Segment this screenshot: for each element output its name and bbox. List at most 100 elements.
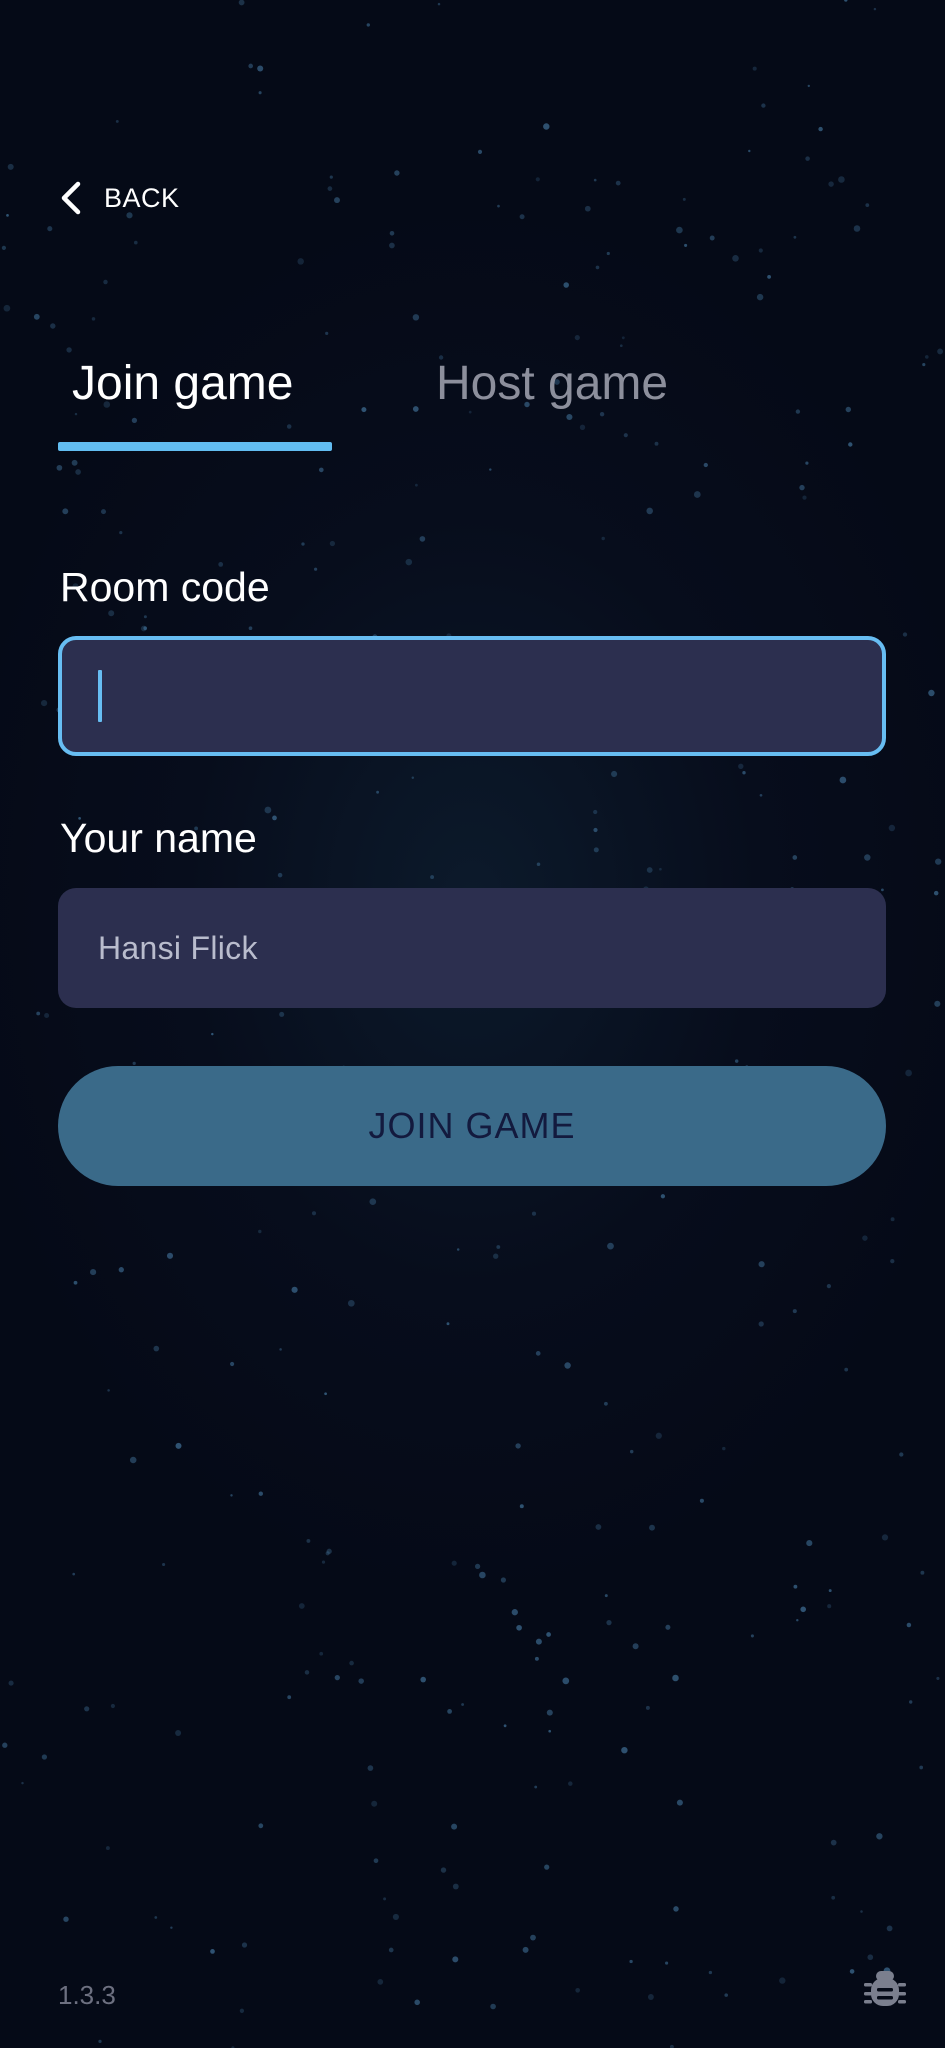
star-dot: [334, 197, 340, 204]
star-dot: [456, 1248, 460, 1251]
tab-host-game[interactable]: Host game: [436, 356, 668, 411]
tab-join-game[interactable]: Join game: [72, 356, 293, 411]
star-dot: [860, 1910, 863, 1913]
star-dot: [919, 1765, 924, 1770]
star-dot: [865, 203, 870, 207]
back-button[interactable]: BACK: [56, 172, 180, 224]
star-dot: [84, 1706, 90, 1712]
star-dot: [792, 855, 798, 860]
star-dot: [133, 240, 138, 245]
star-dot: [806, 1540, 813, 1547]
star-dot: [258, 1491, 263, 1496]
star-dot: [238, 0, 245, 6]
star-dot: [748, 149, 751, 153]
star-dot: [63, 1916, 69, 1922]
star-dot: [867, 1954, 874, 1961]
star-dot: [62, 508, 69, 515]
star-dot: [575, 1987, 581, 1993]
star-dot: [461, 1703, 465, 1706]
star-dot: [933, 890, 939, 896]
star-dot: [347, 1299, 355, 1307]
star-dot: [519, 214, 525, 220]
star-dot: [326, 1548, 332, 1554]
star-dot: [826, 1284, 832, 1289]
star-dot: [291, 1286, 298, 1293]
star-dot: [682, 197, 686, 201]
star-dot: [383, 1897, 387, 1901]
star-dot: [279, 1011, 285, 1017]
star-dot: [647, 1994, 654, 2000]
star-dot: [607, 1242, 614, 1250]
star-dot: [90, 1269, 97, 1276]
star-dot: [515, 1443, 521, 1449]
star-dot: [936, 1676, 940, 1680]
star-dot: [493, 1253, 499, 1259]
star-dot: [66, 347, 72, 353]
star-dot: [489, 468, 492, 471]
star-dot: [543, 123, 550, 130]
star-dot: [258, 91, 262, 95]
star-dot: [761, 103, 766, 108]
star-dot: [36, 1011, 41, 1016]
star-dot: [876, 1833, 883, 1840]
join-game-button-label: JOIN GAME: [368, 1105, 576, 1146]
star-dot: [367, 1765, 374, 1771]
star-dot: [440, 1867, 447, 1873]
bug-icon[interactable]: [862, 1966, 908, 2012]
star-dot: [452, 1956, 459, 1963]
star-dot: [154, 1916, 158, 1919]
star-dot: [646, 867, 653, 873]
star-dot: [665, 1624, 671, 1630]
star-dot: [673, 1906, 679, 1912]
star-dot: [490, 2003, 496, 2010]
star-dot: [500, 1577, 506, 1583]
star-dot: [752, 66, 757, 71]
star-dot: [800, 1606, 807, 1613]
star-dot: [258, 1823, 264, 1829]
star-dot: [301, 542, 305, 546]
star-dot: [430, 875, 435, 880]
star-dot: [239, 2008, 245, 2013]
room-code-input[interactable]: [58, 636, 886, 756]
star-dot: [451, 1560, 457, 1566]
star-dot: [799, 484, 805, 491]
star-dot: [41, 1754, 48, 1760]
star-dot: [166, 1252, 174, 1259]
star-dot: [818, 126, 823, 132]
star-dot: [660, 1194, 666, 1199]
star-dot: [437, 2, 441, 6]
star-dot: [143, 615, 147, 619]
star-dot: [248, 626, 253, 631]
star-dot: [75, 469, 81, 475]
chevron-left-icon: [61, 181, 81, 215]
star-dot: [890, 1258, 895, 1264]
star-dot: [272, 815, 277, 821]
star-dot: [676, 226, 683, 234]
star-dot: [906, 1622, 912, 1628]
star-dot: [298, 1603, 305, 1609]
star-dot: [593, 827, 598, 833]
star-dot: [73, 1280, 78, 1285]
star-dot: [118, 1267, 124, 1273]
star-dot: [277, 872, 283, 878]
star-dot: [905, 1069, 912, 1077]
star-dot: [497, 204, 500, 208]
star-dot: [6, 214, 9, 217]
star-dot: [693, 491, 701, 498]
your-name-input[interactable]: Hansi Flick: [58, 888, 886, 1008]
star-dot: [420, 1676, 426, 1683]
star-dot: [334, 1674, 340, 1681]
star-dot: [742, 771, 746, 775]
star-dot: [793, 235, 797, 239]
star-dot: [119, 531, 123, 535]
join-game-button[interactable]: JOIN GAME: [58, 1066, 886, 1186]
star-dot: [611, 770, 618, 778]
star-dot: [655, 1432, 662, 1439]
star-dot: [40, 699, 48, 707]
star-dot: [649, 1524, 655, 1531]
star-dot: [311, 1211, 317, 1216]
star-dot: [47, 226, 53, 232]
star-dot: [1, 245, 6, 250]
star-dot: [699, 1498, 704, 1503]
star-dot: [595, 1524, 602, 1530]
